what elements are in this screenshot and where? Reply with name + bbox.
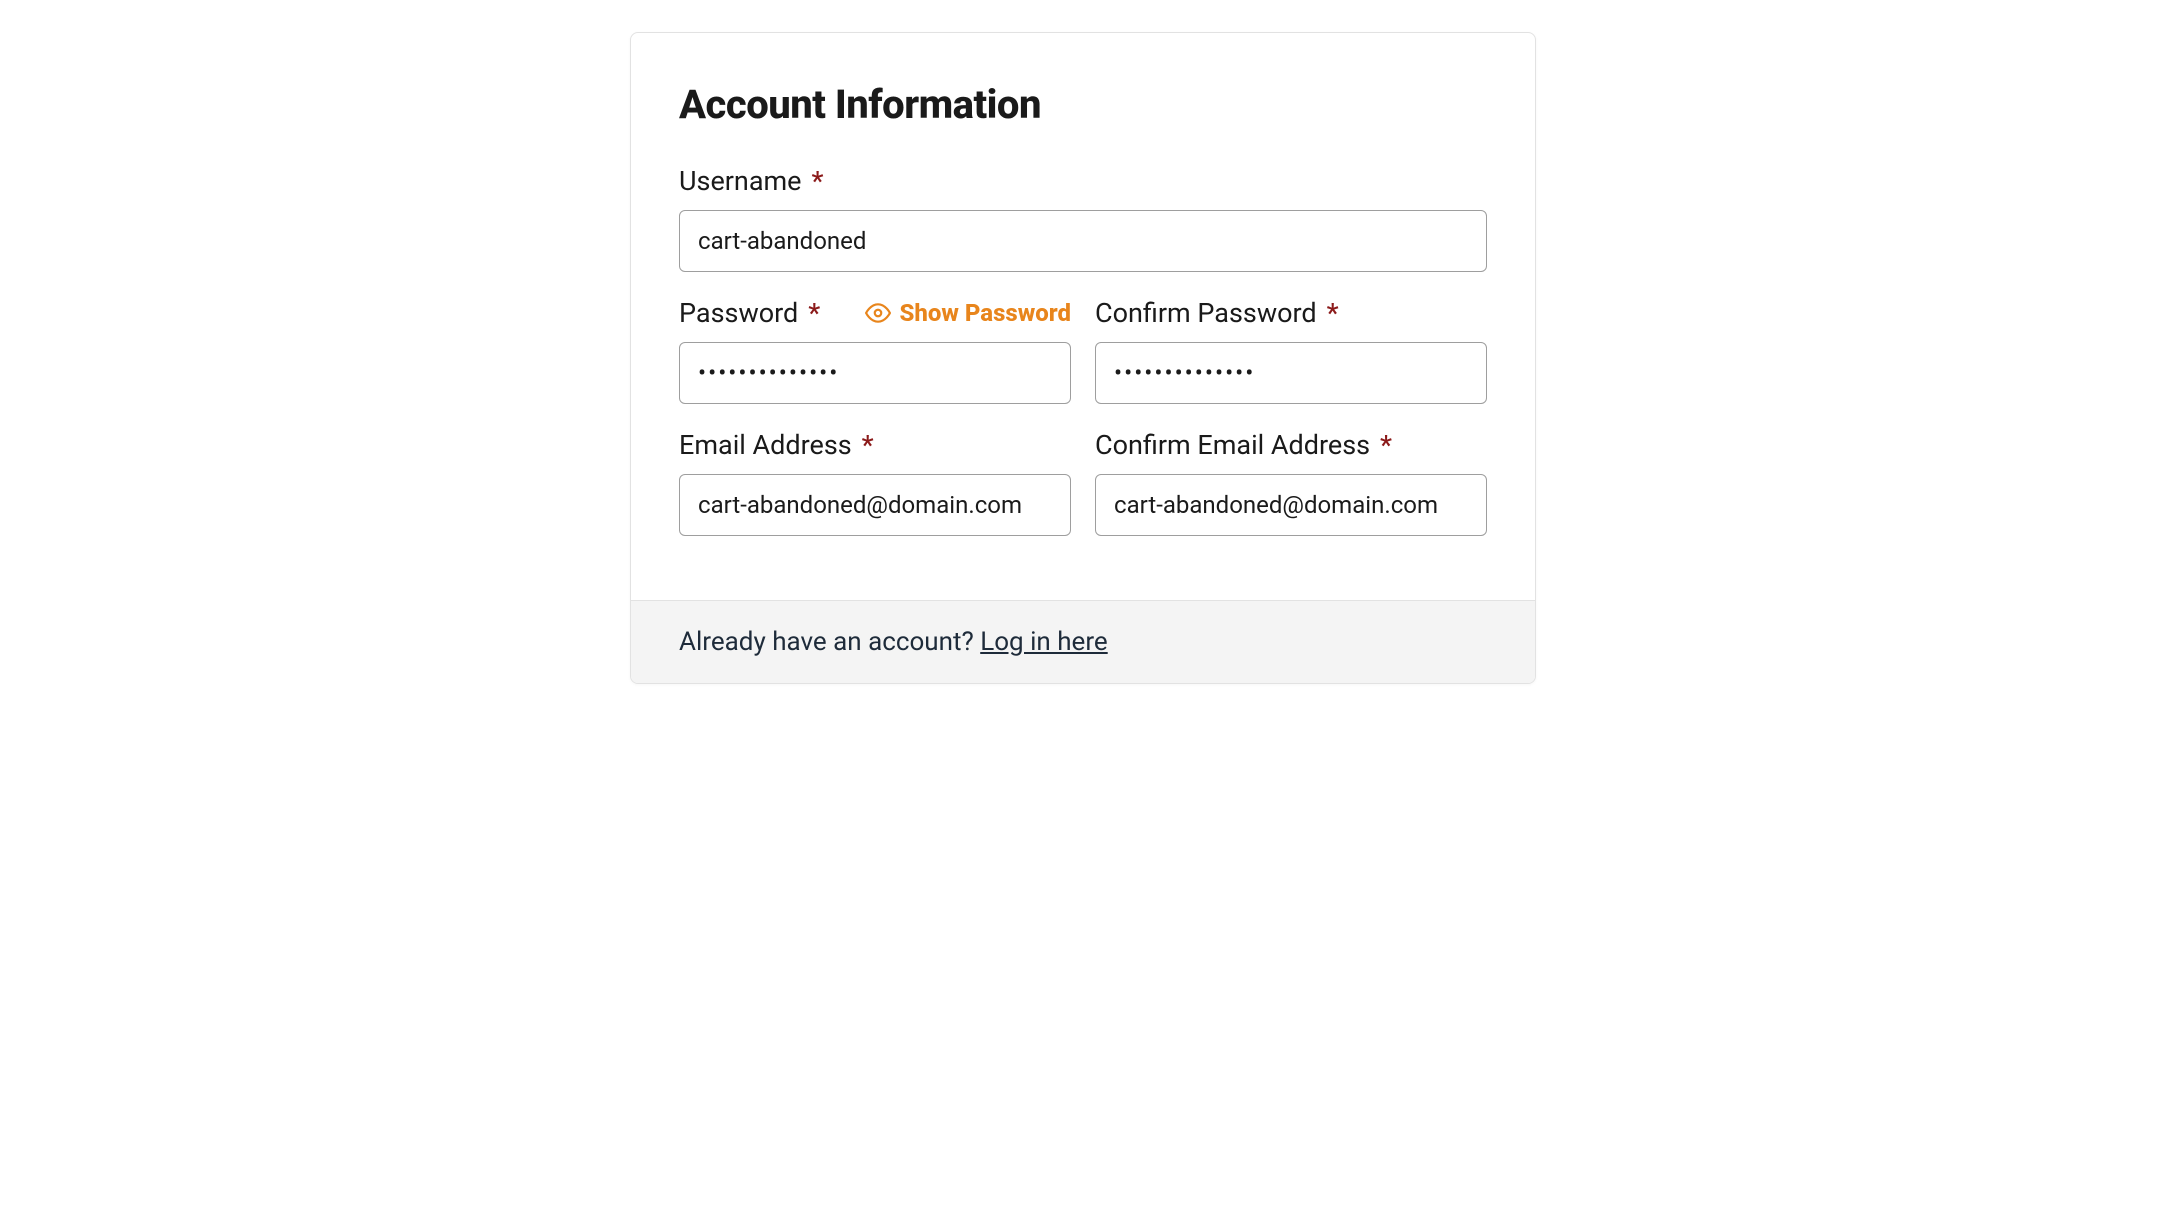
show-password-toggle[interactable]: Show Password: [865, 299, 1071, 327]
account-info-card: Account Information Username * Password …: [630, 32, 1536, 684]
confirm-password-label-row: Confirm Password *: [1095, 296, 1487, 330]
username-label-wrap: Username *: [679, 165, 823, 197]
password-label: Password: [679, 297, 798, 329]
confirm-email-label: Confirm Email Address: [1095, 429, 1370, 461]
card-footer: Already have an account? Log in here: [631, 600, 1535, 683]
required-marker: *: [1380, 429, 1392, 461]
password-label-wrap: Password *: [679, 297, 820, 329]
username-label-row: Username *: [679, 164, 1487, 198]
footer-prompt: Already have an account?: [679, 627, 980, 657]
email-group: Email Address *: [679, 428, 1071, 536]
required-marker: *: [862, 429, 874, 461]
email-row: Email Address * Confirm Email Address *: [679, 428, 1487, 560]
password-label-row: Password * Show Password: [679, 296, 1071, 330]
login-link[interactable]: Log in here: [980, 627, 1107, 657]
confirm-email-label-row: Confirm Email Address *: [1095, 428, 1487, 462]
required-marker: *: [1327, 297, 1339, 329]
card-title: Account Information: [679, 81, 1487, 128]
eye-icon: [865, 300, 891, 326]
username-input[interactable]: [679, 210, 1487, 272]
confirm-email-label-wrap: Confirm Email Address *: [1095, 429, 1392, 461]
email-label-wrap: Email Address *: [679, 429, 874, 461]
password-row: Password * Show Password: [679, 296, 1487, 428]
confirm-password-input[interactable]: [1095, 342, 1487, 404]
username-group: Username *: [679, 164, 1487, 272]
show-password-label: Show Password: [899, 299, 1071, 327]
password-input[interactable]: [679, 342, 1071, 404]
confirm-password-label-wrap: Confirm Password *: [1095, 297, 1339, 329]
confirm-password-label: Confirm Password: [1095, 297, 1317, 329]
required-marker: *: [808, 297, 820, 329]
confirm-email-input[interactable]: [1095, 474, 1487, 536]
email-label: Email Address: [679, 429, 852, 461]
password-group: Password * Show Password: [679, 296, 1071, 404]
confirm-password-group: Confirm Password *: [1095, 296, 1487, 404]
required-marker: *: [811, 165, 823, 197]
username-label: Username: [679, 165, 802, 197]
card-body: Account Information Username * Password …: [631, 33, 1535, 600]
email-input[interactable]: [679, 474, 1071, 536]
email-label-row: Email Address *: [679, 428, 1071, 462]
confirm-email-group: Confirm Email Address *: [1095, 428, 1487, 536]
